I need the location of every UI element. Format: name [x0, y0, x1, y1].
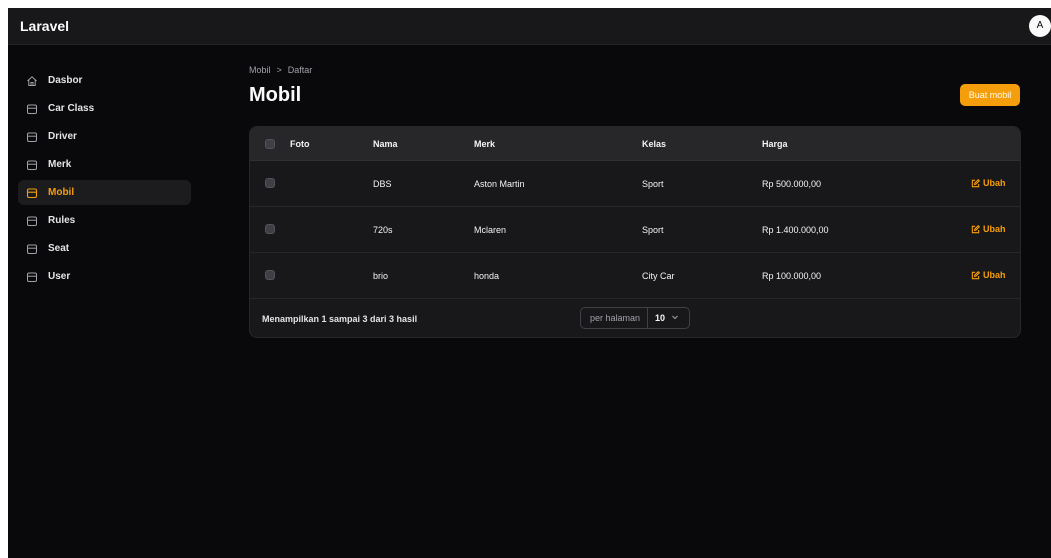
cell-merk: Aston Martin — [474, 179, 525, 189]
cell-nama: brio — [373, 271, 389, 281]
top-bar: Laravel A — [8, 8, 1051, 45]
edit-label: Ubah — [983, 178, 1006, 188]
edit-link[interactable]: Ubah — [971, 270, 1006, 280]
box-icon — [26, 271, 38, 283]
edit-link[interactable]: Ubah — [971, 224, 1006, 234]
divider — [647, 307, 649, 329]
sidebar-item-label: User — [48, 271, 71, 282]
sidebar-item-label: Dasbor — [48, 75, 83, 86]
sidebar-item-label: Car Class — [48, 103, 95, 114]
column-header-foto: Foto — [290, 139, 310, 149]
column-header-harga[interactable]: Harga — [762, 139, 788, 149]
sidebar-item-seat[interactable]: Seat — [18, 236, 191, 261]
breadcrumb-current: Daftar — [287, 65, 313, 75]
edit-icon — [971, 224, 980, 233]
sidebar-item-label: Merk — [48, 159, 72, 170]
cell-kelas: Sport — [642, 179, 664, 189]
table-row: 720s Mclaren Sport Rp 1.400.000,00 Ubah — [250, 207, 1020, 253]
breadcrumb: Mobil > Daftar — [249, 65, 312, 75]
user-avatar[interactable]: A — [1029, 15, 1051, 37]
cell-harga: Rp 100.000,00 — [762, 271, 822, 281]
row-checkbox[interactable] — [265, 178, 275, 188]
edit-icon — [971, 178, 980, 187]
home-icon — [26, 75, 38, 87]
sidebar-item-car-class[interactable]: Car Class — [18, 96, 191, 121]
sidebar-item-label: Mobil — [48, 187, 75, 198]
edit-label: Ubah — [983, 224, 1006, 234]
brand-logo[interactable]: Laravel — [20, 18, 69, 34]
box-icon — [26, 159, 38, 171]
table-footer: Menampilkan 1 sampai 3 dari 3 hasil per … — [250, 299, 1020, 337]
table-row: brio honda City Car Rp 100.000,00 Ubah — [250, 253, 1020, 299]
cell-nama: DBS — [373, 179, 392, 189]
sidebar-item-dasbor[interactable]: Dasbor — [18, 68, 191, 93]
row-checkbox[interactable] — [265, 224, 275, 234]
sidebar-item-label: Rules — [48, 215, 76, 226]
column-header-kelas[interactable]: Kelas — [642, 139, 666, 149]
data-table: Foto Nama Merk Kelas Harga DBS Aston Mar… — [249, 126, 1021, 338]
cell-kelas: City Car — [642, 271, 675, 281]
table-header: Foto Nama Merk Kelas Harga — [250, 127, 1020, 161]
box-icon — [26, 131, 38, 143]
per-page-label: per halaman — [590, 313, 641, 323]
cell-nama: 720s — [373, 225, 393, 235]
cell-harga: Rp 1.400.000,00 — [762, 225, 829, 235]
cell-merk: honda — [474, 271, 500, 281]
edit-label: Ubah — [983, 270, 1006, 280]
box-icon — [26, 243, 38, 255]
app-window: Laravel A Dasbor Car Class Driver Merk M… — [8, 8, 1051, 558]
pagination-summary: Menampilkan 1 sampai 3 dari 3 hasil — [262, 314, 418, 324]
sidebar-item-rules[interactable]: Rules — [18, 208, 191, 233]
column-header-merk[interactable]: Merk — [474, 139, 495, 149]
table-row: DBS Aston Martin Sport Rp 500.000,00 Uba… — [250, 161, 1020, 207]
create-mobil-button[interactable]: Buat mobil — [960, 84, 1020, 106]
sidebar-item-user[interactable]: User — [18, 264, 191, 289]
box-icon — [26, 103, 38, 115]
cell-merk: Mclaren — [474, 225, 507, 235]
edit-link[interactable]: Ubah — [971, 178, 1006, 188]
sidebar-item-label: Driver — [48, 131, 77, 142]
breadcrumb-separator: > — [276, 65, 282, 75]
sidebar-item-driver[interactable]: Driver — [18, 124, 191, 149]
breadcrumb-parent-link[interactable]: Mobil — [249, 65, 271, 75]
per-page-select[interactable]: per halaman 10 — [580, 307, 690, 329]
per-page-value: 10 — [655, 313, 666, 323]
select-all-checkbox[interactable] — [265, 139, 275, 149]
row-checkbox[interactable] — [265, 270, 275, 280]
page-title: Mobil — [249, 84, 302, 106]
chevron-down-icon — [671, 313, 679, 323]
sidebar-item-label: Seat — [48, 243, 70, 254]
box-icon — [26, 215, 38, 227]
cell-kelas: Sport — [642, 225, 664, 235]
box-icon — [26, 187, 38, 199]
cell-harga: Rp 500.000,00 — [762, 179, 822, 189]
sidebar-item-merk[interactable]: Merk — [18, 152, 191, 177]
column-header-nama[interactable]: Nama — [373, 139, 398, 149]
edit-icon — [971, 270, 980, 279]
sidebar: Dasbor Car Class Driver Merk Mobil Rules… — [18, 68, 191, 292]
sidebar-item-mobil[interactable]: Mobil — [18, 180, 191, 205]
